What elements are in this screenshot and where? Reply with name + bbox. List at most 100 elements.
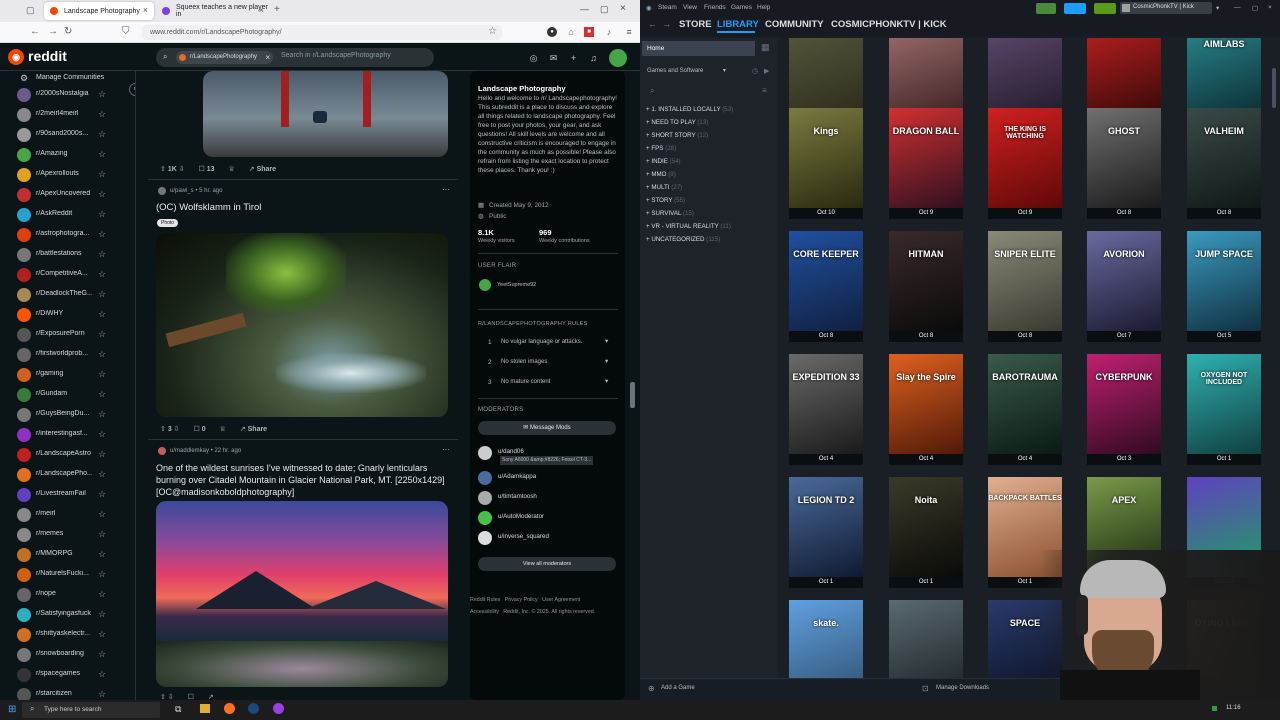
star-icon[interactable]: ☆ [98,389,106,400]
close-icon[interactable]: × [1268,4,1272,11]
back-icon[interactable]: ← [30,26,40,37]
sidebar-item-community[interactable]: r/shittyaskelectr... ☆ [0,625,135,645]
star-icon[interactable]: ☆ [98,469,106,480]
new-tab-icon[interactable]: + [274,4,280,15]
reddit-wordmark[interactable]: reddit [28,48,67,64]
manage-communities-link[interactable]: Manage Communities [36,74,104,81]
back-icon[interactable]: ← [648,19,657,29]
search-input[interactable]: ⌕ r/LandscapePhotography × Search in r/L… [156,48,434,67]
library-category[interactable]: + SURVIVAL (15) [646,210,694,217]
game-card[interactable]: JUMP SPACE Oct 5 [1187,231,1261,342]
sidebar-item-community[interactable]: r/nope ☆ [0,585,135,605]
game-card[interactable]: EXPEDITION 33 Oct 4 [789,354,863,465]
task-view-icon[interactable]: ⧉ [175,704,181,715]
nav-community[interactable]: COMMUNITY [765,19,824,30]
menu-games[interactable]: Games [731,4,752,11]
post-author[interactable]: u/maddlemkay • 22 hr. ago [170,448,241,454]
grid-scrollbar[interactable] [1272,68,1276,108]
avatar[interactable] [609,49,627,67]
chat-icon[interactable]: ✉ [548,53,559,64]
announcements-button[interactable] [1064,3,1086,14]
extension-icon[interactable]: ● [547,27,557,37]
game-card[interactable]: THE KING IS WATCHING Oct 9 [988,108,1062,219]
sidebar-item-community[interactable]: r/Apexrollouts ☆ [0,165,135,185]
shield-icon[interactable]: ⛉ [122,26,130,37]
star-icon[interactable]: ☆ [98,489,106,500]
moderator-item[interactable]: u/Adamkappa [478,471,618,487]
post-image[interactable] [203,71,448,157]
star-icon[interactable]: ☆ [98,409,106,420]
share-button[interactable]: ↗ Share [240,426,267,433]
game-card[interactable]: CORE KEEPER Oct 8 [789,231,863,342]
star-icon[interactable]: ☆ [98,109,106,120]
star-icon[interactable]: ☆ [98,369,106,380]
game-card[interactable]: HITMAN Oct 8 [889,231,963,342]
tab-squeex[interactable]: Squeex teaches a new player in × [156,2,270,20]
search-icon[interactable]: ⌕ [650,86,654,96]
sidebar-item-community[interactable]: r/MMORPG ☆ [0,545,135,565]
award-button[interactable]: ♕ [220,426,226,433]
star-icon[interactable]: ☆ [98,89,106,100]
windows-start-icon[interactable]: ⊞ [8,704,16,715]
sidebar-item-community[interactable]: r/Satisfyingasfuck ☆ [0,605,135,625]
sidebar-item-community[interactable]: r/firstworldprob... ☆ [0,345,135,365]
grid-view-icon[interactable]: ▦ [761,42,770,53]
scrollbar[interactable] [630,382,635,408]
forward-icon[interactable]: → [48,26,58,37]
post-title[interactable]: One of the wildest sunrises I've witness… [156,462,446,498]
moderator-item[interactable]: u/AutoModerator [478,511,618,527]
file-explorer-icon[interactable] [200,704,210,713]
library-category[interactable]: + VR - VIRTUAL REALITY (11) [646,223,731,230]
star-icon[interactable]: ☆ [98,629,106,640]
rule-item[interactable]: 2 No stolen images ▾ [478,356,618,370]
recent-icon[interactable]: ◷ [752,67,758,75]
sidebar-item-community[interactable]: r/memes ☆ [0,525,135,545]
star-icon[interactable]: ☆ [98,589,106,600]
chevron-down-icon[interactable]: ▾ [1216,4,1219,12]
game-card[interactable]: CYBERPUNK Oct 3 [1087,354,1161,465]
sidebar-item-community[interactable]: r/LivestreamFail ☆ [0,485,135,505]
star-icon[interactable]: ☆ [98,309,106,320]
moderator-item[interactable]: u/inverse_squared [478,531,618,547]
moderator-item[interactable]: u/dand06 Sony A6000 &amp;#8226; Feisol CT… [478,446,618,465]
library-category[interactable]: + NEED TO PLAY (13) [646,119,708,126]
account-button[interactable]: CosmicPhonkTV | Kick [1120,2,1212,14]
sidebar-item-community[interactable]: r/DeadlockTheG... ☆ [0,285,135,305]
library-category[interactable]: + STORY (55) [646,197,685,204]
notifications-icon[interactable]: ♫ [588,53,599,64]
post-menu-icon[interactable]: ⋯ [442,445,450,454]
clear-chip-icon[interactable]: × [265,51,270,64]
game-card[interactable]: skate. [789,600,863,678]
friends-button[interactable] [1036,3,1056,14]
game-card[interactable]: LEGION TD 2 Oct 1 [789,477,863,588]
game-card[interactable]: SNIPER ELITE Oct 8 [988,231,1062,342]
user-avatar[interactable] [158,187,166,195]
star-icon[interactable]: ☆ [98,689,106,700]
sidebar-item-community[interactable]: r/LandscapePho... ☆ [0,465,135,485]
game-card[interactable]: OXYGEN NOT INCLUDED Oct 1 [1187,354,1261,465]
maximize-icon[interactable]: ▢ [600,4,609,15]
taskbar-search-input[interactable]: ⌕ Type here to search [22,702,160,718]
share-button[interactable]: ↗ Share [249,166,276,173]
star-icon[interactable]: ☆ [98,209,106,220]
sidebar-item-community[interactable]: r/Gundam ☆ [0,385,135,405]
forward-icon[interactable]: → [662,19,671,29]
star-icon[interactable]: ☆ [98,289,106,300]
game-card[interactable] [889,600,963,678]
award-button[interactable]: ♕ [229,166,235,173]
manage-downloads-button[interactable]: Manage Downloads [936,685,989,691]
rule-item[interactable]: 3 No mature content ▾ [478,376,618,390]
sidebar-item-community[interactable]: r/DiWHY ☆ [0,305,135,325]
menu-steam[interactable]: Steam [658,4,677,11]
reddit-logo-icon[interactable]: ◉ [8,49,24,65]
sidebar-item-community[interactable]: r/GuysBeingDu... ☆ [0,405,135,425]
sidebar-item-community[interactable]: r/gaming ☆ [0,365,135,385]
star-icon[interactable]: ☆ [98,129,106,140]
library-category[interactable]: + 1. INSTALLED LOCALLY (53) [646,106,733,113]
moderator-item[interactable]: u/timtamtoosh [478,491,618,507]
star-icon[interactable]: ☆ [98,229,106,240]
post-flair[interactable]: Photo [157,219,179,227]
nav-profile[interactable]: COSMICPHONKTV | KICK [831,19,947,30]
tab-list-icon[interactable]: ▢ [26,5,35,16]
notifications-button[interactable] [1094,3,1116,14]
